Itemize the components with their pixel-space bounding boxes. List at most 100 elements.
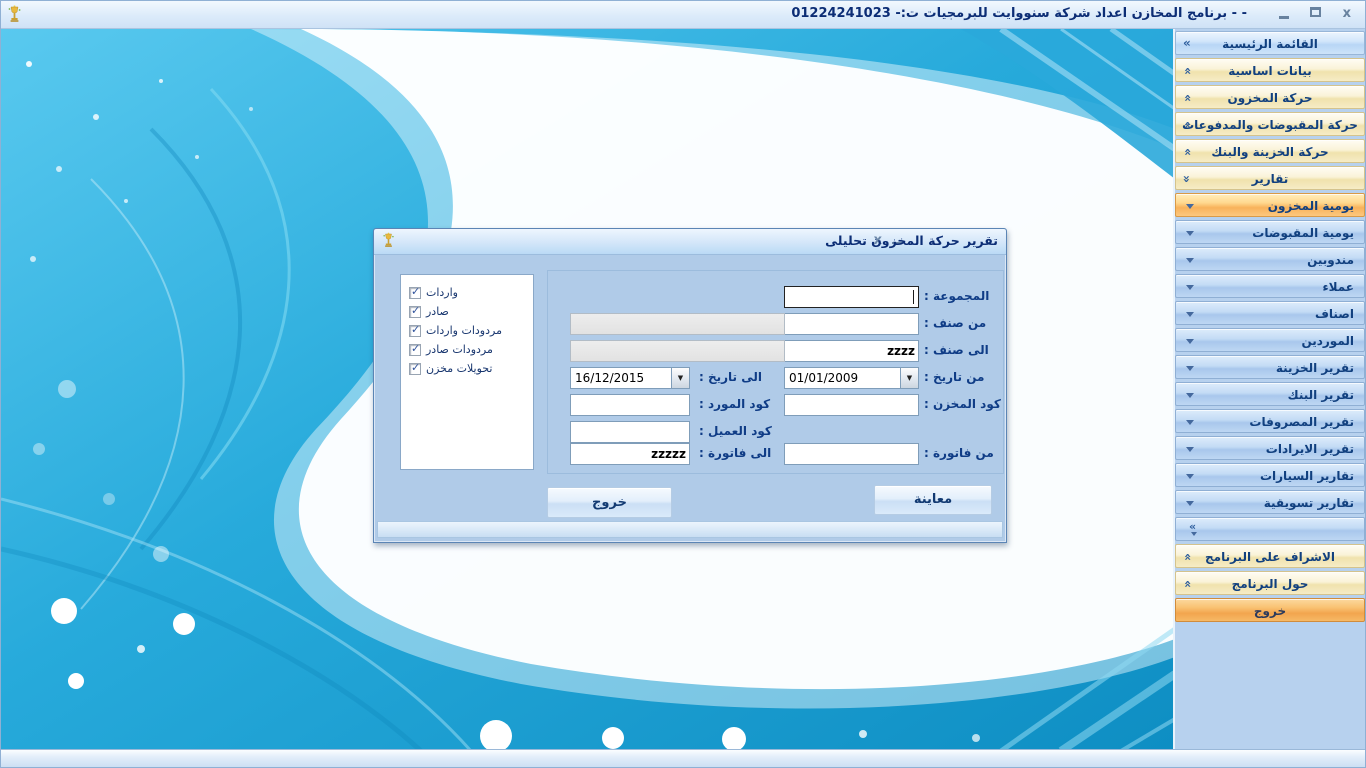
from-invoice-field[interactable] [784,443,919,465]
sidebar: » القائمة الرئيسية » بيانات اساسية » حرك… [1173,29,1365,751]
status-bar [1,749,1365,767]
sidebar-item-items[interactable]: اصناف [1175,301,1365,325]
from-date-value[interactable]: 01/01/2009 [784,367,901,389]
warehouse-code-field[interactable] [784,394,919,416]
triangle-down-icon [1186,447,1194,452]
supplier-code-label: كود المورد : [699,397,770,411]
close-icon[interactable]: x [1343,7,1351,21]
list-item[interactable]: ✓ واردات [401,283,533,302]
from-item-label: من صنف : [924,316,986,330]
chevrons-down-icon: » [1175,580,1199,588]
to-item-field[interactable] [784,340,919,362]
preview-button[interactable]: معاينة [874,485,992,515]
to-date-value[interactable]: 16/12/2015 [570,367,672,389]
sidebar-item-treasury-bank-movement[interactable]: » حركة الخزينة والبنك [1175,139,1365,163]
triangle-down-icon [1186,339,1194,344]
from-item-field[interactable] [784,313,919,335]
checkbox-outgoing[interactable]: ✓ [409,306,421,318]
group-field[interactable] [784,286,919,308]
chevrons-down-icon: » [1175,94,1199,102]
triangle-down-icon [1186,231,1194,236]
triangle-down-icon [1186,204,1194,209]
list-item[interactable]: ✓ مردودات صادر [401,340,533,359]
from-date-label: من تاريخ : [924,370,984,384]
check-icon: ✓ [411,361,420,374]
sidebar-item-reports[interactable]: » تقارير [1175,166,1365,190]
sidebar-item-bank-report[interactable]: تقرير البنك [1175,382,1365,406]
sidebar-item-revenues-report[interactable]: تقرير الايرادات [1175,436,1365,460]
client-code-label: كود العميل : [699,424,772,438]
list-item[interactable]: ✓ مردودات واردات [401,321,533,340]
chevrons-down-icon: » [1175,67,1199,75]
app-icon [7,5,22,28]
supplier-code-field[interactable] [570,394,690,416]
check-icon: ✓ [411,304,420,317]
sidebar-item-inventory-movement[interactable]: » حركة المخزون [1175,85,1365,109]
checkbox-outgoing-returns[interactable]: ✓ [409,344,421,356]
dialog-icon [382,232,395,253]
from-date-combo[interactable]: 01/01/2009 ▼ [784,367,919,389]
triangle-down-icon [1186,258,1194,263]
sidebar-item-overflow[interactable]: » [1175,517,1365,541]
window-title: - - برنامج المخازن اعداد شركة سنووايت لل… [791,6,1247,21]
triangle-down-icon [1186,312,1194,317]
checkbox-incoming-returns[interactable]: ✓ [409,325,421,337]
dialog-title: تقرير حركة المخزون تحليلى [825,233,998,248]
check-icon: ✓ [411,342,420,355]
list-item[interactable]: ✓ تحويلات مخزن [401,359,533,378]
sidebar-item-marketing-reports[interactable]: تقارير تسويقية [1175,490,1365,514]
list-item[interactable]: ✓ صادر [401,302,533,321]
checkbox-incoming[interactable]: ✓ [409,287,421,299]
triangle-down-icon: ▼ [678,375,683,382]
text-caret [913,290,914,304]
from-invoice-label: من فاتورة : [924,446,994,460]
disabled-field-2 [570,340,785,362]
sidebar-item-representatives[interactable]: مندوبين [1175,247,1365,271]
dropdown-button[interactable]: ▼ [901,367,919,389]
sidebar-item-expenses-report[interactable]: تقرير المصروفات [1175,409,1365,433]
to-date-combo[interactable]: 16/12/2015 ▼ [570,367,690,389]
sidebar-item-treasury-report[interactable]: تقرير الخزينة [1175,355,1365,379]
sidebar-item-receipts-payments-movement[interactable]: » حركة المقبوضات والمدفوعات [1175,112,1365,136]
to-invoice-label: الى فاتورة : [699,446,771,460]
sidebar-item-exit[interactable]: خروج [1175,598,1365,622]
chevrons-down-icon: » [1175,553,1199,561]
client-code-field[interactable] [570,421,690,443]
to-date-label: الى تاريخ : [699,370,762,384]
exit-button[interactable]: خروج [547,487,672,518]
checkbox-warehouse-transfers[interactable]: ✓ [409,363,421,375]
sidebar-item-about-program[interactable]: » حول البرنامج [1175,571,1365,595]
check-icon: ✓ [411,323,420,336]
dropdown-button[interactable]: ▼ [672,367,690,389]
disabled-field-1 [570,313,785,335]
report-dialog: x تقرير حركة المخزون تحليلى ✓ واردات ✓ ص… [373,228,1007,543]
sidebar-item-inventory-journal[interactable]: يومية المخزون [1175,193,1365,217]
sidebar-item-clients[interactable]: عملاء [1175,274,1365,298]
sidebar-item-cars-reports[interactable]: تقارير السيارات [1175,463,1365,487]
triangle-down-icon [1186,393,1194,398]
triangle-down-icon [1186,501,1194,506]
dialog-titlebar: x تقرير حركة المخزون تحليلى [374,229,1006,255]
movement-types-listbox[interactable]: ✓ واردات ✓ صادر ✓ مردودات واردات ✓ مردود… [400,274,534,470]
triangle-down-icon: ▼ [907,375,912,382]
maximize-icon[interactable] [1310,7,1321,17]
warehouse-code-label: كود المخزن : [924,397,1001,411]
triangle-down-icon [1191,532,1197,536]
to-item-label: الى صنف : [924,343,989,357]
to-invoice-field[interactable] [570,443,690,465]
chevrons-down-icon: » [1175,148,1199,156]
triangle-down-icon [1186,474,1194,479]
sidebar-item-receipts-payments-journal[interactable]: يومية المقبوضات والمدفوعات [1175,220,1365,244]
minimize-icon[interactable] [1279,7,1289,19]
chevrons-down-icon: » [1175,121,1199,129]
check-icon: ✓ [411,285,420,298]
triangle-down-icon [1186,285,1194,290]
sidebar-item-suppliers[interactable]: الموردين [1175,328,1365,352]
sidebar-item-basic-data[interactable]: » بيانات اساسية [1175,58,1365,82]
app-window: - - برنامج المخازن اعداد شركة سنووايت لل… [0,0,1366,768]
sidebar-item-main-menu[interactable]: » القائمة الرئيسية [1175,31,1365,55]
chevrons-right-icon: » [1183,32,1191,56]
chevrons-up-icon: » [1175,175,1199,183]
dialog-bottom-strip [377,521,1003,538]
sidebar-item-program-supervision[interactable]: » الاشراف على البرنامج [1175,544,1365,568]
